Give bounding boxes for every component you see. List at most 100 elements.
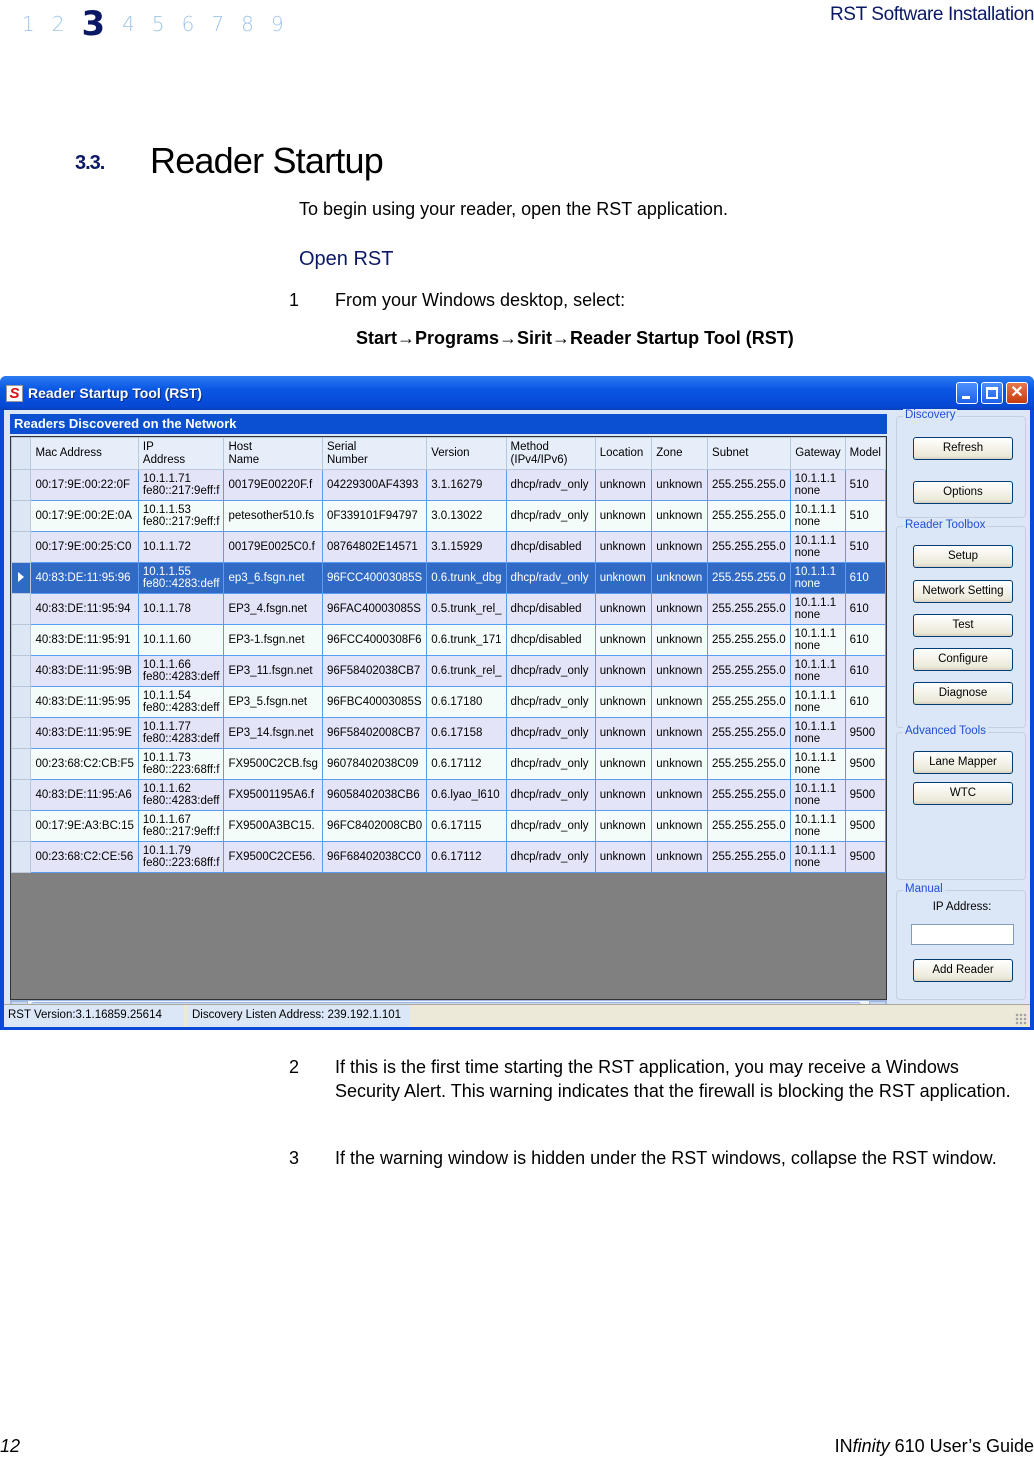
- cell-host-name[interactable]: EP3_11.fsgn.net: [223, 655, 323, 687]
- cell-subnet[interactable]: 255.255.255.0: [707, 562, 791, 594]
- row-header[interactable]: [11, 748, 32, 780]
- cell-mac[interactable]: 40:83:DE:11:95:9B: [30, 655, 139, 687]
- chapter-3-active[interactable]: 3: [81, 4, 105, 44]
- title-bar[interactable]: S Reader Startup Tool (RST) ✕: [0, 376, 1034, 410]
- row-header[interactable]: [11, 562, 32, 594]
- cell-method[interactable]: dhcp/radv_only: [505, 841, 596, 873]
- cell-serial-number[interactable]: 96F58402038CB7: [321, 655, 428, 687]
- cell-ip-address[interactable]: 10.1.1.55 fe80::4283:deff: [137, 562, 225, 594]
- cell-model[interactable]: 510: [844, 500, 886, 532]
- cell-zone[interactable]: unknown: [651, 593, 709, 625]
- table-row[interactable]: 40:83:DE:11:95:94 10.1.1.78 EP3_4.fsgn.net…: [11, 593, 886, 625]
- cell-version[interactable]: 0.6.trunk_rel_: [426, 655, 507, 687]
- cell-ip-address[interactable]: 10.1.1.60: [137, 624, 225, 656]
- cell-ip-address[interactable]: 10.1.1.73 fe80::223:68ff:f: [137, 748, 225, 780]
- column-header-zone[interactable]: Zone: [651, 437, 709, 470]
- cell-host-name[interactable]: FX95001195A6.f: [223, 779, 323, 811]
- column-header-model[interactable]: Model: [844, 437, 886, 470]
- column-header-host[interactable]: Host Name: [223, 437, 323, 470]
- cell-version[interactable]: 3.0.13022: [426, 500, 507, 532]
- add-reader-button[interactable]: Add Reader: [913, 959, 1013, 982]
- cell-version[interactable]: 3.1.15929: [426, 531, 507, 563]
- close-button[interactable]: ✕: [1006, 382, 1028, 404]
- cell-zone[interactable]: unknown: [651, 655, 709, 687]
- row-header[interactable]: [11, 686, 32, 718]
- cell-ip-address[interactable]: 10.1.1.79 fe80::223:68ff:f: [137, 841, 225, 873]
- cell-host-name[interactable]: ep3_6.fsgn.net: [223, 562, 323, 594]
- cell-zone[interactable]: unknown: [651, 562, 709, 594]
- cell-ip-address[interactable]: 10.1.1.77 fe80::4283:deff: [137, 717, 225, 749]
- cell-zone[interactable]: unknown: [651, 531, 709, 563]
- cell-version[interactable]: 0.6.17112: [426, 748, 507, 780]
- cell-location[interactable]: unknown: [594, 841, 653, 873]
- configure-button[interactable]: Configure: [913, 648, 1013, 671]
- cell-gateway[interactable]: 10.1.1.1 none: [789, 717, 846, 749]
- cell-method[interactable]: dhcp/disabled: [505, 531, 596, 563]
- cell-host-name[interactable]: 00179E00220F.f: [223, 469, 323, 501]
- cell-model[interactable]: 9500: [844, 748, 886, 780]
- cell-gateway[interactable]: 10.1.1.1 none: [789, 624, 846, 656]
- cell-method[interactable]: dhcp/disabled: [505, 624, 596, 656]
- cell-mac[interactable]: 00:17:9E:A3:BC:15: [30, 810, 139, 842]
- cell-model[interactable]: 510: [844, 531, 886, 563]
- cell-location[interactable]: unknown: [594, 686, 653, 718]
- cell-gateway[interactable]: 10.1.1.1 none: [789, 531, 846, 563]
- cell-serial-number[interactable]: 96FC8402008CB0: [321, 810, 428, 842]
- row-header[interactable]: [11, 531, 32, 563]
- cell-host-name[interactable]: FX9500C2CE56.: [223, 841, 323, 873]
- cell-host-name[interactable]: EP3_14.fsgn.net: [223, 717, 323, 749]
- cell-zone[interactable]: unknown: [651, 686, 709, 718]
- table-row[interactable]: 40:83:DE:11:95:95 10.1.1.54 fe80::4283:def…: [11, 686, 886, 718]
- cell-model[interactable]: 510: [844, 469, 886, 501]
- cell-location[interactable]: unknown: [594, 717, 653, 749]
- cell-method[interactable]: dhcp/radv_only: [505, 469, 596, 501]
- cell-serial-number[interactable]: 0F339101F94797: [321, 500, 428, 532]
- cell-mac[interactable]: 00:17:9E:00:2E:0A: [30, 500, 139, 532]
- cell-version[interactable]: 0.6.trunk_dbg: [426, 562, 507, 594]
- cell-method[interactable]: dhcp/radv_only: [505, 810, 596, 842]
- cell-serial-number[interactable]: 96058402038CB6: [321, 779, 428, 811]
- cell-host-name[interactable]: FX9500A3BC15.: [223, 810, 323, 842]
- cell-mac[interactable]: 40:83:DE:11:95:96: [30, 562, 139, 594]
- cell-version[interactable]: 0.6.lyao_l610: [426, 779, 507, 811]
- cell-model[interactable]: 610: [844, 686, 886, 718]
- cell-version[interactable]: 0.6.17112: [426, 841, 507, 873]
- cell-zone[interactable]: unknown: [651, 841, 709, 873]
- column-header-mac[interactable]: Mac Address: [30, 437, 139, 470]
- cell-model[interactable]: 610: [844, 655, 886, 687]
- cell-ip-address[interactable]: 10.1.1.53 fe80::217:9eff:f: [137, 500, 225, 532]
- cell-subnet[interactable]: 255.255.255.0: [707, 593, 791, 625]
- cell-serial-number[interactable]: 04229300AF4393: [321, 469, 428, 501]
- table-row[interactable]: 00:17:9E:00:2E:0A 10.1.1.53 fe80::217:9eff…: [11, 500, 886, 532]
- cell-location[interactable]: unknown: [594, 779, 653, 811]
- table-row[interactable]: 40:83:DE:11:95:9B 10.1.1.66 fe80::4283:def…: [11, 655, 886, 687]
- cell-subnet[interactable]: 255.255.255.0: [707, 500, 791, 532]
- cell-gateway[interactable]: 10.1.1.1 none: [789, 500, 846, 532]
- cell-gateway[interactable]: 10.1.1.1 none: [789, 779, 846, 811]
- cell-subnet[interactable]: 255.255.255.0: [707, 717, 791, 749]
- cell-mac[interactable]: 00:17:9E:00:25:C0: [30, 531, 139, 563]
- column-header-version[interactable]: Version: [426, 437, 507, 470]
- column-header-gateway[interactable]: Gateway: [789, 437, 846, 470]
- cell-serial-number[interactable]: 96F58402008CB7: [321, 717, 428, 749]
- cell-location[interactable]: unknown: [594, 531, 653, 563]
- cell-method[interactable]: dhcp/radv_only: [505, 655, 596, 687]
- table-row[interactable]: 00:17:9E:A3:BC:15 10.1.1.67 fe80::217:9eff…: [11, 810, 886, 842]
- cell-gateway[interactable]: 10.1.1.1 none: [789, 748, 846, 780]
- cell-location[interactable]: unknown: [594, 748, 653, 780]
- cell-ip-address[interactable]: 10.1.1.78: [137, 593, 225, 625]
- cell-version[interactable]: 0.6.17158: [426, 717, 507, 749]
- cell-method[interactable]: dhcp/radv_only: [505, 779, 596, 811]
- cell-version[interactable]: 0.6.17180: [426, 686, 507, 718]
- cell-model[interactable]: 9500: [844, 779, 886, 811]
- cell-serial-number[interactable]: 96FCC40003085S: [321, 562, 428, 594]
- table-row[interactable]: 00:23:68:C2:CB:F5 10.1.1.73 fe80::223:68ff…: [11, 748, 886, 780]
- cell-mac[interactable]: 40:83:DE:11:95:91: [30, 624, 139, 656]
- cell-version[interactable]: 0.6.trunk_171: [426, 624, 507, 656]
- chapter-8[interactable]: 8: [241, 12, 254, 36]
- cell-method[interactable]: dhcp/radv_only: [505, 562, 596, 594]
- chapter-2[interactable]: 2: [52, 12, 65, 36]
- cell-gateway[interactable]: 10.1.1.1 none: [789, 593, 846, 625]
- cell-host-name[interactable]: EP3-1.fsgn.net: [223, 624, 323, 656]
- cell-model[interactable]: 9500: [844, 717, 886, 749]
